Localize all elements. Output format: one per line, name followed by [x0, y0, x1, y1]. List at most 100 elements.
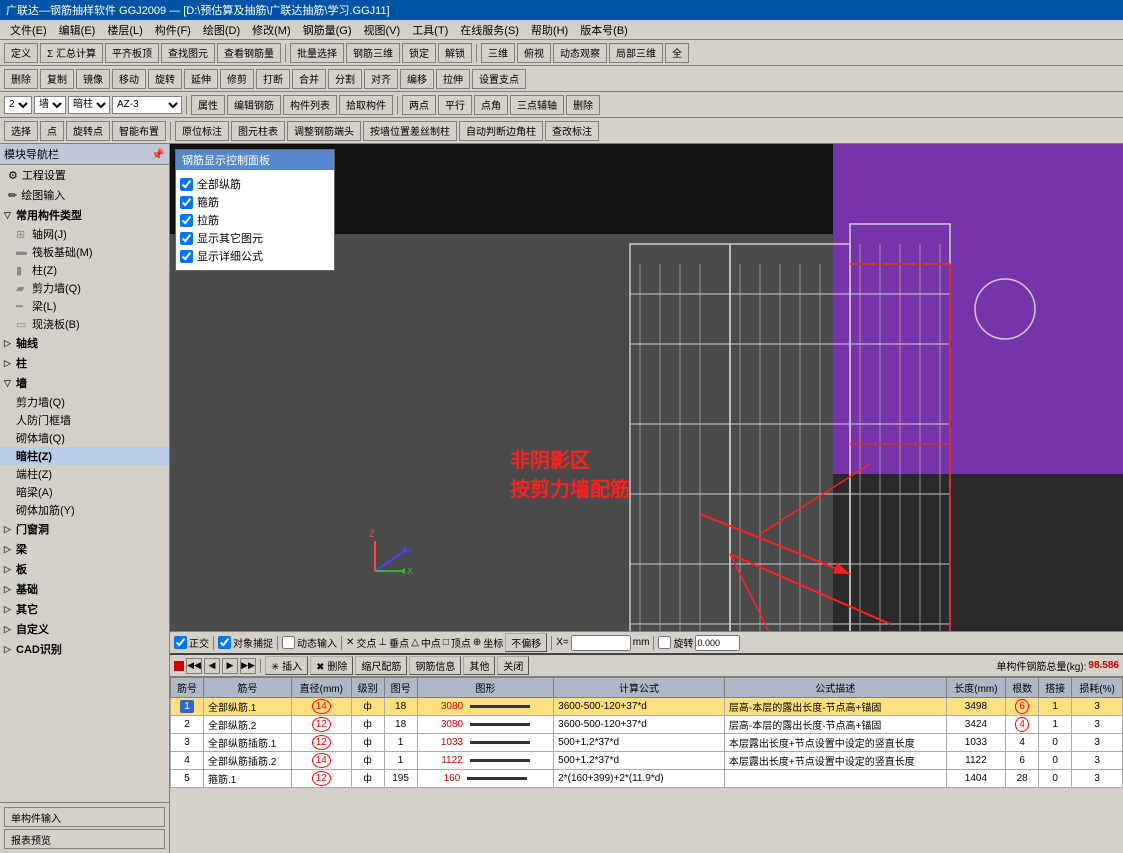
btn-break[interactable]: 打断 — [256, 69, 290, 89]
btn-pick-component[interactable]: 拾取构件 — [339, 95, 393, 115]
menu-rebar[interactable]: 钢筋量(G) — [297, 20, 358, 40]
btn-single-input[interactable]: 单构件输入 — [4, 807, 165, 827]
btn-offset[interactable]: 编移 — [400, 69, 434, 89]
tree-beam[interactable]: ━ 梁(L) — [0, 297, 169, 315]
rotate-input[interactable] — [695, 635, 740, 651]
btn-parallel[interactable]: 平行 — [438, 95, 472, 115]
cb-tie-input[interactable] — [180, 214, 193, 227]
name-select[interactable]: AZ-3 — [112, 96, 182, 114]
btn-rotate-pt[interactable]: 旋转点 — [66, 121, 110, 141]
sidebar-pin[interactable]: 📌 — [151, 148, 165, 161]
cb-stirrup-input[interactable] — [180, 196, 193, 209]
btn-pos-wire[interactable]: 按墙位置差丝制柱 — [363, 121, 457, 141]
floor-select[interactable]: 2 — [4, 96, 32, 114]
tree-lbeam[interactable]: ▷ 梁 — [0, 539, 169, 559]
btn-insert[interactable]: ✳ 插入 — [265, 656, 308, 675]
tree-darkbeam[interactable]: 暗梁(A) — [0, 483, 169, 501]
btn-all[interactable]: 全 — [665, 43, 689, 63]
tree-custom[interactable]: ▷ 自定义 — [0, 619, 169, 639]
tree-board[interactable]: ▭ 现浇板(B) — [0, 315, 169, 333]
btn-properties[interactable]: 属性 — [191, 95, 225, 115]
btn-inplace-mark[interactable]: 原位标注 — [175, 121, 229, 141]
btn-three-pts[interactable]: 三点辅轴 — [510, 95, 564, 115]
cb-show-formula-input[interactable] — [180, 250, 193, 263]
tree-raft[interactable]: ▬ 筏板基础(M) — [0, 243, 169, 261]
btn-point-angle[interactable]: 点角 — [474, 95, 508, 115]
tree-shearwall[interactable]: ▰ 剪力墙(Q) — [0, 279, 169, 297]
menu-tools[interactable]: 工具(T) — [406, 20, 454, 40]
tree-column[interactable]: ▮ 柱(Z) — [0, 261, 169, 279]
btn-close[interactable]: 关闭 — [497, 656, 529, 675]
type-select[interactable]: 墙 — [34, 96, 66, 114]
cb-tie[interactable]: 拉筋 — [180, 212, 330, 228]
menu-view[interactable]: 视图(V) — [358, 20, 407, 40]
ortho-check[interactable] — [174, 636, 187, 649]
tree-doorwin[interactable]: ▷ 门窗洞 — [0, 519, 169, 539]
btn-stretch[interactable]: 拉伸 — [436, 69, 470, 89]
cb-all-vertical[interactable]: 全部纵筋 — [180, 176, 330, 192]
tree-plate[interactable]: ▷ 板 — [0, 559, 169, 579]
tree-brick[interactable]: 砌体墙(Q) — [0, 429, 169, 447]
btn-check-mark[interactable]: 查改标注 — [545, 121, 599, 141]
btn-view-rebar[interactable]: 查看钢筋量 — [217, 43, 281, 63]
btn-two-pts[interactable]: 两点 — [402, 95, 436, 115]
tree-shearwall2[interactable]: 剪力墙(Q) — [0, 393, 169, 411]
btn-sum[interactable]: Σ 汇总计算 — [40, 43, 103, 63]
nav-last[interactable]: ▶▶ — [240, 658, 256, 674]
tree-foundation[interactable]: ▷ 基础 — [0, 579, 169, 599]
btn-rebar-3d[interactable]: 钢筋三维 — [346, 43, 400, 63]
x-input[interactable] — [571, 635, 631, 651]
btn-move[interactable]: 移动 — [112, 69, 146, 89]
btn-copy[interactable]: 复制 — [40, 69, 74, 89]
btn-no-offset[interactable]: 不偏移 — [505, 633, 547, 652]
btn-other[interactable]: 其他 — [463, 656, 495, 675]
nav-next[interactable]: ▶ — [222, 658, 238, 674]
btn-find[interactable]: 查找图元 — [161, 43, 215, 63]
btn-delete-row[interactable]: ✖ 删除 — [310, 656, 353, 675]
menu-online[interactable]: 在线服务(S) — [454, 20, 525, 40]
menu-draw[interactable]: 绘图(D) — [197, 20, 246, 40]
tree-afwall[interactable]: 人防门框墙 — [0, 411, 169, 429]
rotate-check[interactable] — [658, 636, 671, 649]
btn-dynamic[interactable]: 动态观察 — [553, 43, 607, 63]
menu-floor[interactable]: 楼层(L) — [101, 20, 148, 40]
tree-darkpillar[interactable]: 暗柱(Z) — [0, 447, 169, 465]
dynamic-check[interactable] — [282, 636, 295, 649]
btn-rotate[interactable]: 旋转 — [148, 69, 182, 89]
tree-cad[interactable]: ▷ CAD识别 — [0, 639, 169, 659]
cb-show-other[interactable]: 显示其它图元 — [180, 230, 330, 246]
btn-scale-rebar[interactable]: 缩尺配筋 — [355, 656, 407, 675]
btn-batch-select[interactable]: 批量选择 — [290, 43, 344, 63]
btn-trim[interactable]: 修剪 — [220, 69, 254, 89]
tree-pillar[interactable]: ▷ 柱 — [0, 353, 169, 373]
btn-top-view[interactable]: 俯视 — [517, 43, 551, 63]
btn-split[interactable]: 分割 — [328, 69, 362, 89]
sidebar-item-settings[interactable]: ⚙ 工程设置 — [0, 165, 169, 185]
btn-adj-rebar-end[interactable]: 调整钢筋端头 — [287, 121, 361, 141]
menu-edit[interactable]: 编辑(E) — [53, 20, 102, 40]
snap-check[interactable] — [218, 636, 231, 649]
tree-wall-sec[interactable]: ▽ 墙 — [0, 373, 169, 393]
btn-report-preview[interactable]: 报表预览 — [4, 829, 165, 849]
btn-component-list[interactable]: 构件列表 — [283, 95, 337, 115]
menu-modify[interactable]: 修改(M) — [246, 20, 297, 40]
btn-extend[interactable]: 延伸 — [184, 69, 218, 89]
btn-align[interactable]: 对齐 — [364, 69, 398, 89]
btn-unlock[interactable]: 解锁 — [438, 43, 472, 63]
btn-auto-corner[interactable]: 自动判断边角柱 — [459, 121, 543, 141]
tree-axis[interactable]: ⊞ 轴网(J) — [0, 225, 169, 243]
btn-lock[interactable]: 锁定 — [402, 43, 436, 63]
tree-endpillar[interactable]: 端柱(Z) — [0, 465, 169, 483]
btn-3d[interactable]: 三维 — [481, 43, 515, 63]
btn-local-3d[interactable]: 局部三维 — [609, 43, 663, 63]
tree-brickstirrup[interactable]: 砌体加筋(Y) — [0, 501, 169, 519]
component-select[interactable]: 暗柱 — [68, 96, 110, 114]
btn-del-axis[interactable]: 删除 — [566, 95, 600, 115]
sidebar-item-draw[interactable]: ✏ 绘图输入 — [0, 185, 169, 205]
btn-point[interactable]: 点 — [40, 121, 64, 141]
btn-edit-rebar[interactable]: 编辑钢筋 — [227, 95, 281, 115]
nav-prev[interactable]: ◀ — [204, 658, 220, 674]
btn-col-table[interactable]: 图元柱表 — [231, 121, 285, 141]
menu-component[interactable]: 构件(F) — [149, 20, 197, 40]
btn-delete[interactable]: 删除 — [4, 69, 38, 89]
